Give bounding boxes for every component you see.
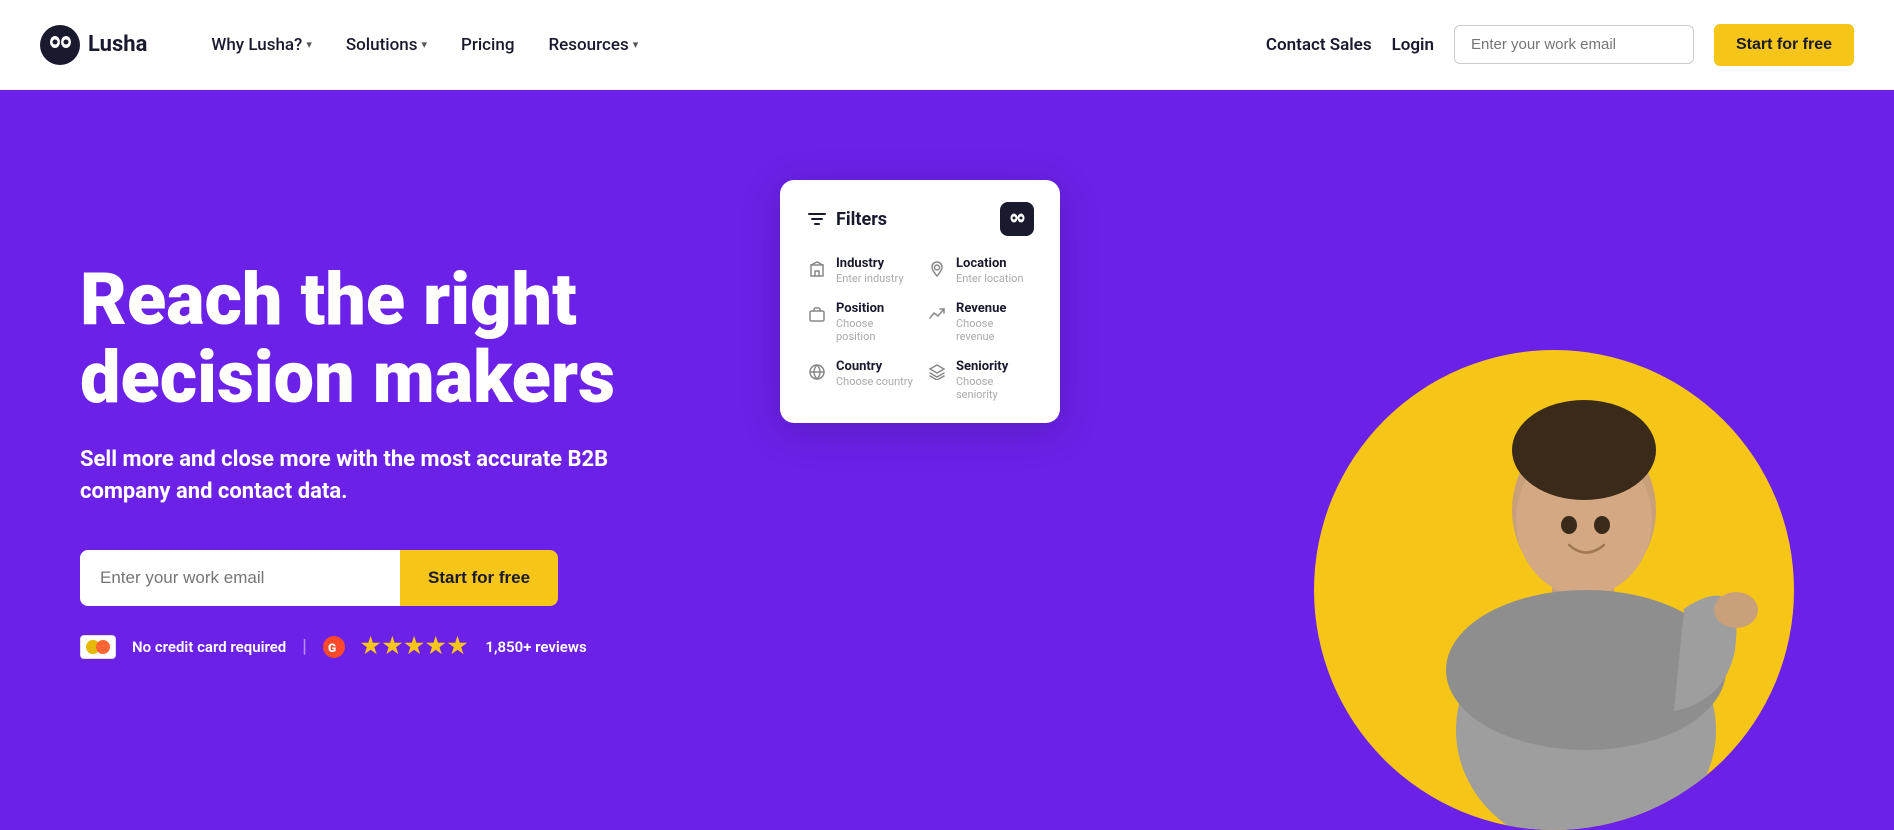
chevron-down-icon: ▾ (421, 38, 427, 51)
nav-links: Why Lusha? ▾ Solutions ▾ Pricing Resourc… (197, 27, 1236, 63)
briefcase-icon (806, 303, 828, 325)
filter-grid: Industry Enter industry Location Ent (806, 256, 1034, 401)
chevron-down-icon: ▾ (306, 38, 312, 51)
country-label: Country (836, 359, 914, 374)
no-credit-card-text: No credit card required (132, 638, 286, 656)
nav-item-resources[interactable]: Resources ▾ (534, 27, 652, 63)
hero-email-input[interactable] (80, 550, 400, 606)
layers-icon (926, 361, 948, 383)
hero-subtitle: Sell more and close more with the most a… (80, 444, 700, 508)
hero-meta: No credit card required | G ★★★★★ 1,850+… (80, 634, 700, 659)
svg-text:G: G (328, 641, 336, 655)
seniority-label: Seniority (956, 359, 1034, 374)
revenue-label: Revenue (956, 301, 1034, 316)
location-label: Location (956, 256, 1034, 271)
filter-card-header: Filters (806, 202, 1034, 236)
hero-section: Reach the right decision makers Sell mor… (0, 90, 1894, 830)
position-sub: Choose position (836, 317, 914, 343)
nav-item-pricing[interactable]: Pricing (447, 27, 529, 63)
login-button[interactable]: Login (1392, 35, 1434, 55)
nav-start-free-button[interactable]: Start for free (1714, 24, 1854, 66)
nav-item-solutions[interactable]: Solutions ▾ (332, 27, 441, 63)
filter-revenue: Revenue Choose revenue (926, 301, 1034, 343)
filter-location: Location Enter location (926, 256, 1034, 285)
industry-sub: Enter industry (836, 272, 914, 285)
country-sub: Choose country (836, 375, 914, 388)
star-rating: ★★★★★ (361, 634, 470, 659)
trending-icon (926, 303, 948, 325)
hero-email-row: Start for free (80, 550, 700, 606)
filter-icon (806, 208, 828, 230)
nav-item-why-lusha[interactable]: Why Lusha? ▾ (197, 27, 325, 63)
nav-email-input[interactable] (1454, 25, 1694, 64)
location-sub: Enter location (956, 272, 1034, 285)
filter-card-title: Filters (836, 209, 887, 230)
reviews-count: 1,850+ reviews (485, 638, 586, 656)
hero-start-free-button[interactable]: Start for free (400, 550, 558, 606)
filter-title-row: Filters (806, 208, 887, 230)
location-icon (926, 258, 948, 280)
nav-right: Contact Sales Login Start for free (1266, 24, 1854, 66)
person-image (1314, 350, 1794, 830)
hero-left: Reach the right decision makers Sell mor… (80, 261, 700, 659)
credit-card-icon (80, 635, 116, 659)
divider: | (302, 636, 307, 657)
filter-card: Filters (780, 180, 1060, 423)
chevron-down-icon: ▾ (633, 38, 639, 51)
building-icon (806, 258, 828, 280)
hero-right: Filters (700, 150, 1814, 770)
logo-text: Lusha (88, 32, 147, 57)
filter-industry: Industry Enter industry (806, 256, 914, 285)
filter-country: Country Choose country (806, 359, 914, 401)
industry-label: Industry (836, 256, 914, 271)
globe-icon (806, 361, 828, 383)
revenue-sub: Choose revenue (956, 317, 1034, 343)
hero-title: Reach the right decision makers (80, 261, 700, 417)
filter-position: Position Choose position (806, 301, 914, 343)
logo[interactable]: Lusha (40, 25, 147, 65)
position-label: Position (836, 301, 914, 316)
filter-seniority: Seniority Choose seniority (926, 359, 1034, 401)
g2-icon: G (323, 636, 345, 658)
seniority-sub: Choose seniority (956, 375, 1034, 401)
lusha-filter-logo (1000, 202, 1034, 236)
navbar: Lusha Why Lusha? ▾ Solutions ▾ Pricing R… (0, 0, 1894, 90)
contact-sales-link[interactable]: Contact Sales (1266, 35, 1372, 55)
